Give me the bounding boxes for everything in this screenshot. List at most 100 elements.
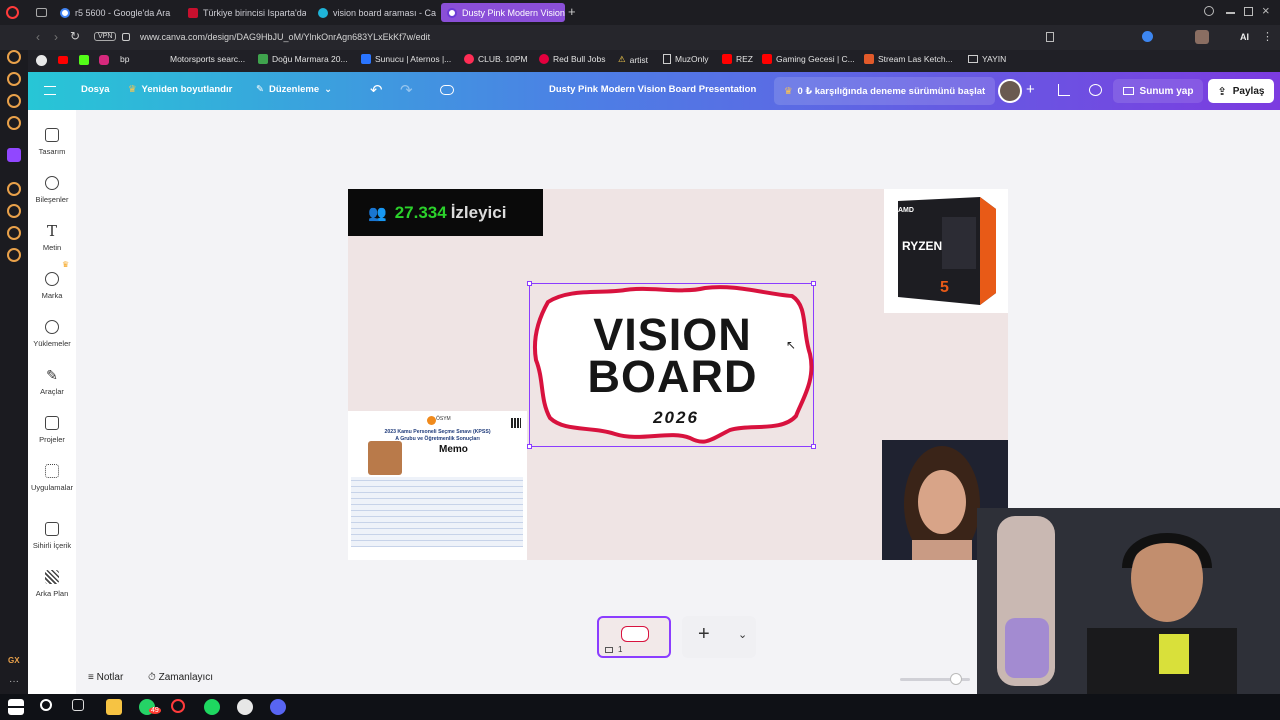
youtube-icon[interactable] bbox=[58, 56, 68, 64]
notes-button[interactable]: ≡ Notlar bbox=[88, 672, 123, 683]
editing-dropdown[interactable]: ✎ Düzenleme ⌄ bbox=[256, 84, 332, 95]
music-icon[interactable] bbox=[7, 116, 21, 130]
search-tabs-icon[interactable] bbox=[1204, 6, 1214, 16]
bookmark-redbull[interactable]: Red Bull Jobs bbox=[539, 54, 605, 64]
opera-gx-icon[interactable] bbox=[171, 699, 185, 713]
ryzen-box-image[interactable]: AMD RYZEN 5 bbox=[884, 189, 1008, 313]
bookmark-gaming-gecesi[interactable]: Gaming Gecesi | C... bbox=[762, 54, 855, 64]
games-icon[interactable] bbox=[7, 94, 21, 108]
analytics-icon[interactable] bbox=[1058, 84, 1070, 96]
bookmark-bp[interactable]: bp bbox=[120, 54, 129, 64]
trial-button[interactable]: ♛ 0 ₺ karşılığında deneme sürümünü başlat bbox=[774, 77, 996, 105]
maximize-button[interactable] bbox=[1244, 7, 1253, 16]
bookmark-artist[interactable]: ⚠ artist bbox=[618, 54, 648, 65]
bookmark-yayin[interactable]: YAYIN bbox=[968, 54, 1006, 64]
present-button[interactable]: Sunum yap bbox=[1113, 79, 1203, 103]
close-icon[interactable]: × bbox=[1262, 3, 1270, 18]
history-icon[interactable] bbox=[7, 204, 21, 218]
share-button[interactable]: ⇪ Paylaş bbox=[1208, 79, 1274, 103]
file-explorer-icon[interactable] bbox=[106, 699, 122, 715]
windows-start-icon[interactable] bbox=[8, 699, 24, 715]
page-thumbnail[interactable]: 1 bbox=[597, 616, 671, 658]
discord-icon[interactable] bbox=[270, 699, 286, 715]
sidebar-item-projects[interactable]: Projeler bbox=[28, 416, 76, 444]
bookmark-dogu-marmara[interactable]: Doğu Marmara 20... bbox=[258, 54, 348, 64]
sidebar-item-text[interactable]: T Metin bbox=[28, 224, 76, 253]
sidebar-item-design[interactable]: Tasarım bbox=[28, 128, 76, 156]
design-title[interactable]: Dusty Pink Modern Vision Board Presentat… bbox=[549, 84, 756, 95]
add-collaborator-button[interactable]: + bbox=[1026, 81, 1035, 98]
file-menu[interactable]: Dosya bbox=[81, 84, 110, 95]
redo-icon[interactable]: ↷ bbox=[400, 81, 413, 99]
comment-icon[interactable] bbox=[1089, 84, 1102, 96]
undo-icon[interactable]: ↶ bbox=[370, 81, 383, 99]
kpss-result-image[interactable]: ÖSYM 2023 Kamu Personeli Seçme Sınavı (K… bbox=[348, 411, 527, 560]
timer-button[interactable]: ⏱ Zamanlayıcı bbox=[148, 672, 213, 683]
resize-button[interactable]: ♛ Yeniden boyutlandır bbox=[128, 84, 232, 95]
zoom-slider-handle[interactable] bbox=[950, 673, 962, 685]
selection-handle[interactable] bbox=[811, 444, 816, 449]
monitor-icon bbox=[1122, 87, 1134, 95]
forward-icon[interactable]: › bbox=[54, 30, 58, 44]
tab-google[interactable]: r5 5600 - Google'da Ara bbox=[54, 3, 176, 22]
spotify-icon[interactable] bbox=[204, 699, 220, 715]
sidebar-item-magic[interactable]: Sihirli İçerik bbox=[28, 522, 76, 550]
bookmark-motorsports[interactable]: Motorsports searc... bbox=[170, 54, 245, 64]
chrome-icon[interactable] bbox=[36, 55, 47, 66]
sidebar-item-apps[interactable]: Uygulamalar bbox=[28, 464, 76, 492]
bookmark-muzonly[interactable]: MuzOnly bbox=[663, 54, 709, 64]
windows-taskbar: 49 bbox=[0, 694, 1280, 720]
gx-icon[interactable]: GX bbox=[8, 656, 20, 665]
vision-board-title-element[interactable]: VISION BOARD 2026 bbox=[527, 281, 816, 449]
bookmark-stream[interactable]: Stream Las Ketch... bbox=[864, 54, 953, 64]
sidebar-item-tools[interactable]: ✎ Araçlar bbox=[28, 368, 76, 396]
avatar[interactable] bbox=[1195, 30, 1209, 44]
sidebar-item-background[interactable]: Arka Plan bbox=[28, 570, 76, 598]
tab-canva-search[interactable]: vision board araması - Ca bbox=[312, 3, 436, 22]
settings-icon[interactable] bbox=[7, 248, 21, 262]
tab-overview-icon[interactable] bbox=[36, 8, 47, 17]
vpn-badge[interactable]: VPN bbox=[94, 32, 117, 41]
selection-handle[interactable] bbox=[527, 444, 532, 449]
green-icon bbox=[258, 54, 268, 64]
extensions-icon[interactable] bbox=[7, 226, 21, 240]
extensions-icon[interactable] bbox=[1142, 31, 1153, 42]
aria-icon[interactable] bbox=[7, 50, 21, 64]
search-icon[interactable] bbox=[40, 699, 52, 711]
sidebar-item-uploads[interactable]: Yüklemeler bbox=[28, 320, 76, 348]
more-icon[interactable]: ··· bbox=[9, 676, 19, 687]
steam-icon[interactable] bbox=[237, 699, 253, 715]
tab-news[interactable]: Türkiye birincisi Isparta'da bbox=[182, 3, 306, 22]
new-tab-button[interactable]: + bbox=[568, 4, 576, 19]
bookmark-rez[interactable]: REZ bbox=[722, 54, 753, 64]
url-field[interactable]: www.canva.com/design/DAG9HbJU_oM/YlnkOnr… bbox=[140, 32, 430, 42]
minimize-button[interactable] bbox=[1226, 12, 1235, 14]
add-page-button[interactable]: + ⌄ bbox=[682, 616, 756, 658]
back-icon[interactable]: ‹ bbox=[36, 30, 40, 44]
brand-icon bbox=[45, 272, 59, 286]
menu-icon[interactable]: ⋮ bbox=[1262, 30, 1273, 43]
avatar[interactable] bbox=[998, 79, 1022, 103]
ai-label[interactable]: AI bbox=[1240, 32, 1249, 42]
viewer-count-overlay[interactable]: 👥 27.334 İzleyici bbox=[348, 189, 543, 236]
hamburger-icon[interactable] bbox=[44, 86, 56, 95]
bookmark-aternos[interactable]: Sunucu | Aternos |... bbox=[361, 54, 451, 64]
bookmark-club[interactable]: CLUB. 10PM bbox=[464, 54, 528, 64]
sidebar-item-brand[interactable]: Marka bbox=[28, 272, 76, 300]
task-view-icon[interactable] bbox=[72, 699, 84, 711]
twitch-icon[interactable] bbox=[7, 148, 21, 162]
selection-handle[interactable] bbox=[527, 281, 532, 286]
bookmark-icon[interactable] bbox=[1046, 32, 1054, 42]
kick-icon[interactable] bbox=[79, 55, 89, 65]
tab-vision-board[interactable]: Dusty Pink Modern Vision bbox=[441, 3, 565, 22]
selection-handle[interactable] bbox=[811, 281, 816, 286]
player-icon[interactable] bbox=[7, 182, 21, 196]
cloud-save-icon[interactable] bbox=[440, 85, 454, 95]
news-icon bbox=[188, 7, 198, 18]
zoom-slider[interactable] bbox=[900, 673, 970, 685]
instagram-icon[interactable] bbox=[99, 55, 109, 65]
sidebar-item-elements[interactable]: Bileşenler bbox=[28, 176, 76, 204]
opera-logo-icon[interactable] bbox=[6, 6, 19, 19]
reload-icon[interactable]: ↻ bbox=[70, 29, 80, 43]
crypto-icon[interactable] bbox=[7, 72, 21, 86]
